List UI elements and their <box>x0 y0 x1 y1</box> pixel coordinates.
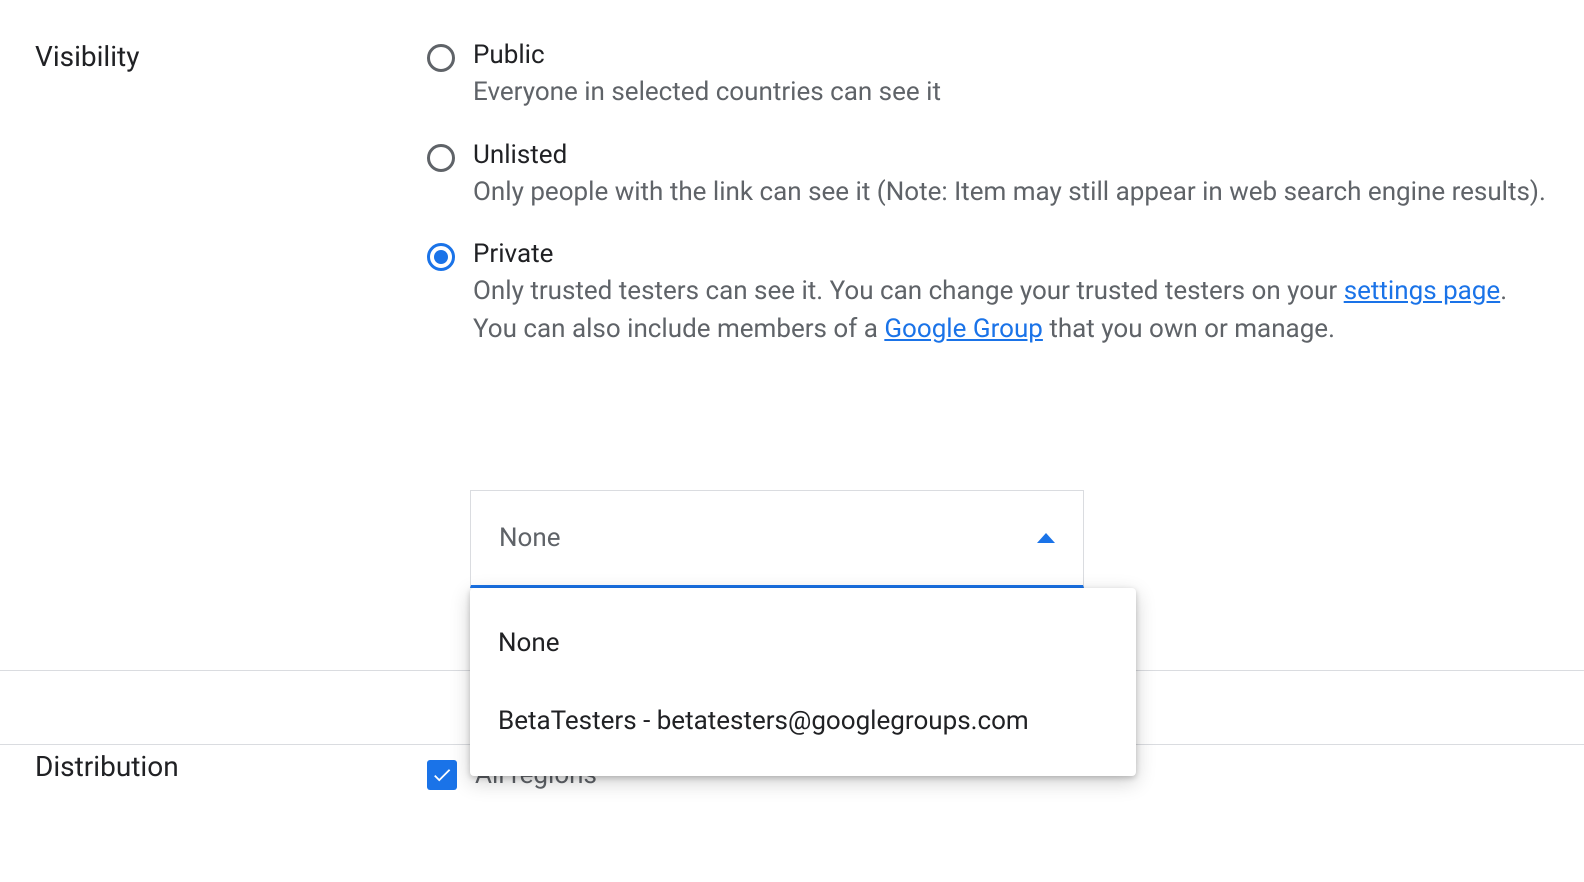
group-select-value: None <box>499 523 561 553</box>
visibility-content: Public Everyone in selected countries ca… <box>427 40 1549 377</box>
dropdown-option-none[interactable]: None <box>470 604 1136 682</box>
radio-title-private: Private <box>473 239 1549 269</box>
visibility-section: Visibility Public Everyone in selected c… <box>0 0 1584 377</box>
group-select[interactable]: None <box>470 490 1084 588</box>
radio-option-public[interactable]: Public Everyone in selected countries ca… <box>427 40 1549 112</box>
all-regions-checkbox[interactable] <box>427 760 457 790</box>
visibility-label: Visibility <box>35 40 427 73</box>
radio-title-public: Public <box>473 40 1549 70</box>
distribution-label: Distribution <box>35 750 427 783</box>
radio-desc-private: Only trusted testers can see it. You can… <box>473 273 1549 348</box>
dropdown-option-betatesters[interactable]: BetaTesters - betatesters@googlegroups.c… <box>470 682 1136 760</box>
radio-desc-unlisted: Only people with the link can see it (No… <box>473 174 1549 212</box>
checkmark-icon <box>431 764 453 786</box>
group-select-wrap: None None BetaTesters - betatesters@goog… <box>470 490 1136 776</box>
private-desc-mid: . <box>1500 276 1507 306</box>
radio-text-public: Public Everyone in selected countries ca… <box>473 40 1549 112</box>
google-group-link[interactable]: Google Group <box>884 314 1043 344</box>
private-desc-pre: Only trusted testers can see it. You can… <box>473 276 1344 306</box>
distribution-label-col: Distribution <box>35 750 427 790</box>
private-desc2-pre: You can also include members of a <box>473 314 884 344</box>
settings-page-link[interactable]: settings page <box>1344 276 1501 306</box>
radio-text-private: Private Only trusted testers can see it.… <box>473 239 1549 348</box>
chevron-up-icon <box>1037 533 1055 543</box>
radio-title-unlisted: Unlisted <box>473 140 1549 170</box>
radio-button-unlisted[interactable] <box>427 144 455 172</box>
group-dropdown-menu: None BetaTesters - betatesters@googlegro… <box>470 588 1136 776</box>
radio-button-private[interactable] <box>427 243 455 271</box>
radio-option-private[interactable]: Private Only trusted testers can see it.… <box>427 239 1549 348</box>
radio-text-unlisted: Unlisted Only people with the link can s… <box>473 140 1549 212</box>
radio-desc-public: Everyone in selected countries can see i… <box>473 74 1549 112</box>
radio-button-public[interactable] <box>427 44 455 72</box>
visibility-label-col: Visibility <box>35 40 427 377</box>
private-desc2-post: that you own or manage. <box>1043 314 1335 344</box>
radio-option-unlisted[interactable]: Unlisted Only people with the link can s… <box>427 140 1549 212</box>
